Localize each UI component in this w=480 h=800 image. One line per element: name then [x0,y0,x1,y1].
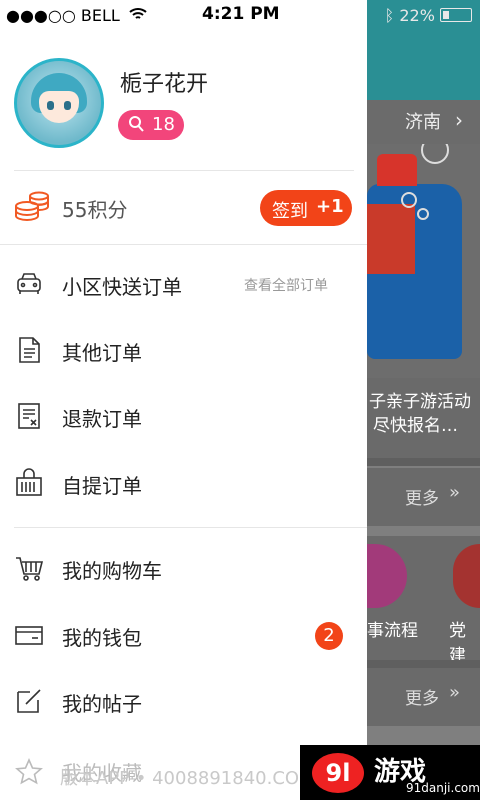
chevron-right-icon: › [455,108,463,132]
wifi-icon [129,6,147,25]
battery-icon [440,8,472,22]
double-chevron-icon: » [449,482,461,503]
signin-label: 签到 [272,201,308,222]
menu-item-label: 我的钱包 [62,626,142,650]
service-icon-1[interactable] [367,544,407,608]
more-row-1[interactable]: 更多 » [367,468,480,526]
service-icons-row: 事流程 党建 [367,536,480,666]
service-label-2: 党建 [449,621,466,666]
menu-item-shopping-cart[interactable]: 我的购物车 [0,535,367,601]
carrier-signal: ●●●○○ BELL [6,6,147,25]
avatar-eye [47,101,54,110]
menu-item-refund-orders[interactable]: 退款订单 [0,383,367,449]
promo-line-1: 子亲子游活动 [369,392,471,412]
cart-icon [14,553,44,583]
username: 栀子花开 [120,72,209,97]
menu-item-other-orders[interactable]: 其他订单 [0,317,367,383]
menu-item-label: 其他订单 [62,341,142,365]
menu-item-label: 小区快送订单 [62,275,182,299]
status-time: 4:21 PM [202,4,280,24]
side-drawer: 栀子花开 18 55积分 签到 +1 小区快送订单 查看全部订单 其他订单 退款… [0,0,367,745]
signin-bonus: +1 [316,196,344,217]
divider [367,458,480,466]
bottle-label-image [367,204,415,274]
promo-text[interactable]: 子亲子游活动 尽快报名… [367,378,480,458]
avatar-face [39,91,79,123]
city-label: 济南 [405,112,441,133]
bubble-decoration [417,208,429,220]
divider [0,244,367,245]
status-bar: ●●●○○ BELL 4:21 PM ᛒ 22% [0,0,480,32]
menu-item-label: 退款订单 [62,407,142,431]
bluetooth-icon: ᛒ [384,6,395,25]
promo-banner[interactable] [367,144,480,378]
watermark-overlay-text: 版本APP • 4008891840.COM [60,768,315,789]
wallet-notification-badge: 2 [315,622,343,650]
document-icon [14,335,44,365]
coins-icon [14,188,50,224]
bubble-decoration [421,144,449,164]
menu-item-label: 我的帖子 [62,692,142,716]
star-icon [14,757,44,787]
battery-percent: 22% [399,6,435,25]
watermark-site: 91danji.com [406,781,480,795]
level-badge[interactable]: 18 [118,110,184,140]
service-icon-2[interactable] [453,544,480,608]
status-right: ᛒ 22% [385,6,472,25]
wallet-icon [14,620,44,650]
more-row-2[interactable]: 更多 » [367,668,480,726]
menu-item-label: 自提订单 [62,474,142,498]
refund-doc-icon [14,401,44,431]
car-icon [14,269,44,299]
avatar[interactable] [14,58,104,148]
level-badge-count: 18 [152,114,175,135]
divider [14,527,367,528]
edit-icon [14,686,44,716]
bottle-cap-image [377,154,417,186]
carrier-label: ●●●○○ BELL [6,6,120,25]
menu-item-community-delivery-orders[interactable]: 小区快送订单 查看全部订单 [0,251,367,317]
more-label: 更多 [405,689,439,709]
double-chevron-icon: » [449,682,461,703]
watermark-logo-mark: 9l [312,753,364,793]
view-all-orders-link[interactable]: 查看全部订单 [244,275,328,295]
divider [367,660,480,668]
menu-item-my-posts[interactable]: 我的帖子 [0,668,367,734]
more-label: 更多 [405,489,439,509]
menu-item-pickup-orders[interactable]: 自提订单 [0,450,367,516]
bubble-decoration [401,192,417,208]
city-selector[interactable]: 济南 › [367,100,480,144]
avatar-eye [64,101,71,110]
menu-item-wallet[interactable]: 我的钱包 2 [0,602,367,668]
shopping-bag-icon [14,468,44,498]
promo-line-2: 尽快报名… [373,416,458,436]
points-row: 55积分 签到 +1 [0,172,367,244]
watermark-logo: 9l 游戏 91danji.com [300,745,480,800]
signin-button[interactable]: 签到 +1 [260,190,352,226]
divider [14,170,354,171]
search-icon [128,114,146,139]
menu-item-label: 我的购物车 [62,559,162,583]
service-label-1: 事流程 [367,621,418,641]
points-text: 55积分 [62,198,128,222]
